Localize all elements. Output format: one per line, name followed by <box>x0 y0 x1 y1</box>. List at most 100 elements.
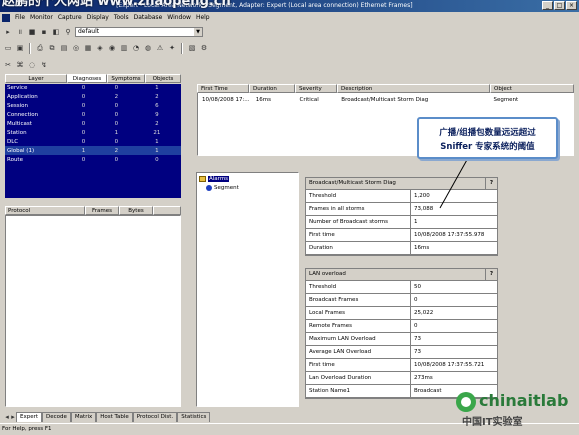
layer-count-d: 0 <box>81 94 86 101</box>
layer-count-s: 2 <box>114 94 119 101</box>
detail-key: Local Frames <box>306 307 411 319</box>
start-capture-icon[interactable]: ▸ <box>3 27 13 37</box>
layer-row[interactable]: Application 0 2 2 <box>5 93 181 102</box>
col-severity[interactable]: Severity <box>295 84 337 93</box>
layer-row[interactable]: Global (1) 1 2 1 <box>5 146 181 156</box>
menu-monitor[interactable]: Monitor <box>30 14 53 21</box>
toolbar-1: ▸ ॥ ■ ▪ ◧ ⚲ default ▼ <box>0 25 579 39</box>
tab-objects[interactable]: Objects <box>145 74 181 83</box>
lan-card-title: LAN overload <box>309 271 346 277</box>
col-duration[interactable]: Duration <box>249 84 295 93</box>
menu-window[interactable]: Window <box>167 14 191 21</box>
tab-diagnoses[interactable]: Diagnoses <box>67 74 107 83</box>
event-duration: 16ms <box>255 97 271 103</box>
matrix-icon[interactable]: ◈ <box>95 43 105 53</box>
tree-node-segment[interactable]: Segment <box>206 184 298 192</box>
print-icon[interactable]: ⎙ <box>35 43 45 53</box>
detail-row: Broadcast Frames 0 <box>306 294 497 307</box>
expert-icon[interactable]: ✦ <box>167 43 177 53</box>
col-object[interactable]: Object <box>490 84 574 93</box>
global-stats-icon[interactable]: ◍ <box>143 43 153 53</box>
tab-matrix[interactable]: Matrix <box>70 412 97 422</box>
close-button[interactable]: × <box>566 1 577 10</box>
menu-display[interactable]: Display <box>87 14 109 21</box>
alarm-log-icon[interactable]: ⚠ <box>155 43 165 53</box>
layer-row[interactable]: Route 0 0 0 <box>5 155 181 164</box>
layer-row[interactable]: Station 0 1 21 <box>5 128 181 137</box>
application-icon[interactable]: ◉ <box>107 43 117 53</box>
tab-expert[interactable]: Expert <box>16 412 43 422</box>
stop-display-icon[interactable]: ▪ <box>39 27 49 37</box>
open-icon[interactable]: ▭ <box>3 43 13 53</box>
dashboard-icon[interactable]: ◎ <box>71 43 81 53</box>
menu-capture[interactable]: Capture <box>58 14 82 21</box>
detail-value: 0 <box>414 323 418 329</box>
tools-icon[interactable]: ✂ <box>3 60 13 70</box>
col-description[interactable]: Description <box>337 84 490 93</box>
paste-icon[interactable]: ▤ <box>59 43 69 53</box>
menu-database[interactable]: Database <box>134 14 163 21</box>
maximize-button[interactable]: □ <box>554 1 565 10</box>
app-icon[interactable] <box>2 13 10 22</box>
layer-row[interactable]: Session 0 0 6 <box>5 102 181 111</box>
event-severity: Critical <box>299 97 319 103</box>
detail-value: 50 <box>414 284 421 290</box>
detail-row: Number of Broadcast storms 1 <box>306 216 497 229</box>
settings-icon[interactable]: ⚙ <box>199 43 209 53</box>
ping-icon[interactable]: ◌ <box>27 60 37 70</box>
menu-tools[interactable]: Tools <box>114 14 129 21</box>
layer-name: Station <box>7 129 27 136</box>
layer-row[interactable]: Service 0 0 1 <box>5 84 181 93</box>
detail-row: Lan Overload Duration 273ms <box>306 372 497 385</box>
menu-help[interactable]: Help <box>196 14 210 21</box>
display-icon[interactable]: ◧ <box>51 27 61 37</box>
layer-name: Route <box>7 156 23 163</box>
col-bytes[interactable]: Bytes <box>119 206 153 215</box>
table-row[interactable]: 10/08/2008 17:... 16ms Critical Broadcas… <box>198 96 573 105</box>
storm-card: Broadcast/Multicast Storm Diag? Threshol… <box>305 177 498 256</box>
network-icon[interactable]: ⌘ <box>15 60 25 70</box>
col-protocol[interactable]: Protocol <box>5 206 85 215</box>
detail-row: Threshold 1,200 <box>306 190 497 203</box>
define-filter-icon[interactable]: ⚲ <box>63 27 73 37</box>
detail-value: 1,200 <box>414 193 430 199</box>
help-icon[interactable]: ? <box>485 178 497 189</box>
tab-decode[interactable]: Decode <box>42 412 71 422</box>
layer-name: Session <box>7 103 28 110</box>
protocol-list[interactable] <box>5 215 181 407</box>
profile-select[interactable]: default ▼ <box>75 27 203 37</box>
col-first-time[interactable]: First Time <box>197 84 249 93</box>
tab-statistics[interactable]: Statistics <box>177 412 211 422</box>
save-icon[interactable]: ▣ <box>15 43 25 53</box>
layer-row[interactable]: Connection 0 0 9 <box>5 111 181 120</box>
watermark-text: 赵鹏的个人网站 www.zhaopeng.cn <box>2 0 231 9</box>
tab-protocol-dist[interactable]: Protocol Dist. <box>132 412 178 422</box>
history-icon[interactable]: ▥ <box>119 43 129 53</box>
detail-value: 1 <box>414 219 418 225</box>
copy-icon[interactable]: ⧉ <box>47 43 57 53</box>
traceroute-icon[interactable]: ↯ <box>39 60 49 70</box>
address-book-icon[interactable]: ▧ <box>187 43 197 53</box>
tree-node-alarms[interactable]: Alarms <box>199 175 298 183</box>
layer-name: Multicast <box>7 121 32 127</box>
tab-host-table[interactable]: Host Table <box>96 412 133 422</box>
help-icon[interactable]: ? <box>485 269 497 280</box>
layer-row[interactable]: DLC 0 0 1 <box>5 137 181 146</box>
col-frames[interactable]: Frames <box>85 206 119 215</box>
stop-icon[interactable]: ■ <box>27 27 37 37</box>
detail-key: First time <box>306 229 411 241</box>
host-table-icon[interactable]: ▦ <box>83 43 93 53</box>
annotation-callout: 广播/组播包数量远远超过 Sniffer 专家系统的阈值 <box>417 117 558 159</box>
layer-count-o: 0 <box>155 156 159 163</box>
detail-row: Average LAN Overload 73 <box>306 346 497 359</box>
tab-symptoms[interactable]: Symptoms <box>107 74 145 83</box>
layer-count-s: 2 <box>114 147 119 154</box>
tab-layer[interactable]: Layer <box>5 74 67 83</box>
menu-file[interactable]: File <box>15 14 25 21</box>
layer-row[interactable]: Multicast 0 0 2 <box>5 120 181 129</box>
layer-count-d: 0 <box>81 85 86 92</box>
protocol-dist-icon[interactable]: ◔ <box>131 43 141 53</box>
minimize-button[interactable]: _ <box>542 1 553 10</box>
detail-key: Broadcast Frames <box>306 294 411 306</box>
pause-icon[interactable]: ॥ <box>15 27 25 37</box>
